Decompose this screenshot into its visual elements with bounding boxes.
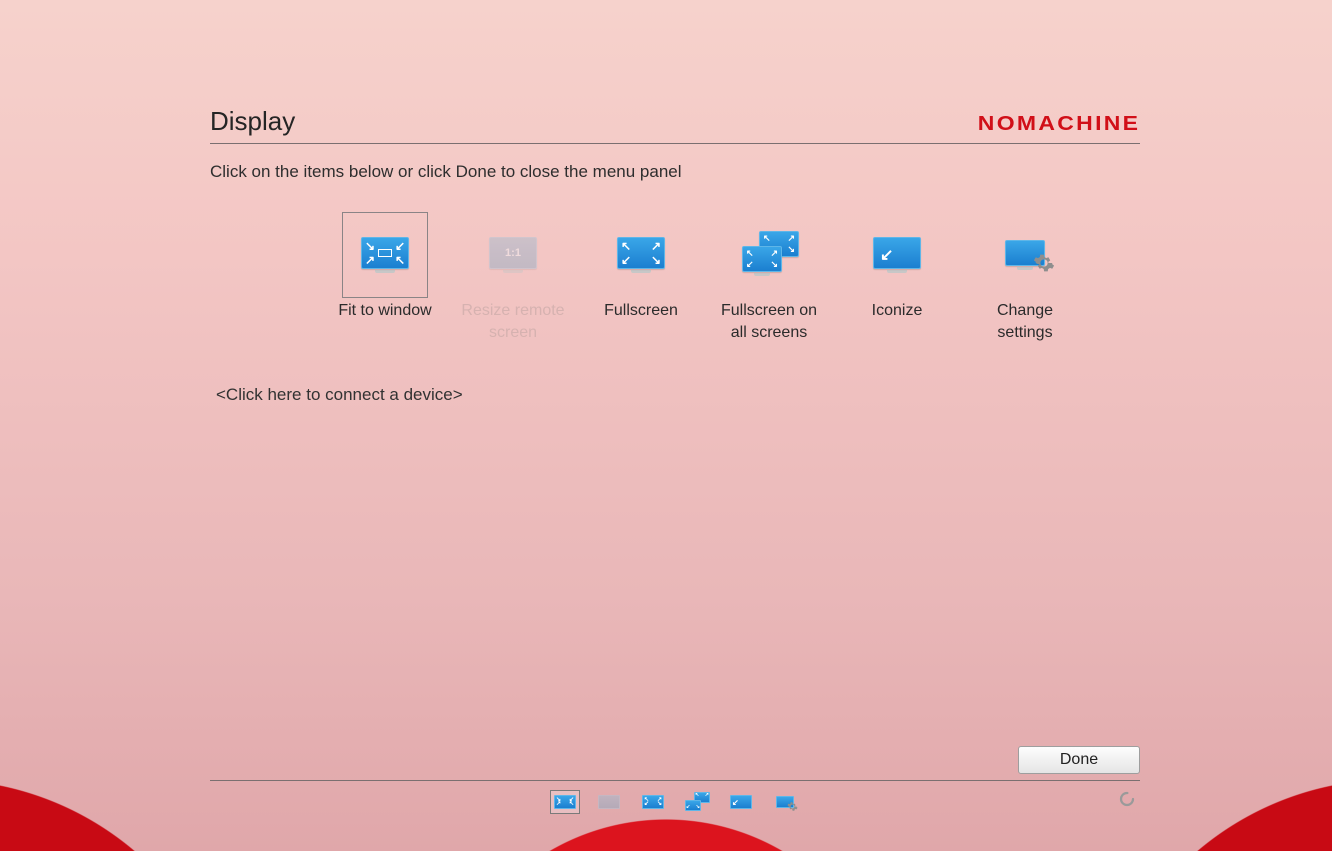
option-fullscreen-all-screens[interactable]: ↖↗ ↙↘ ↖↗ ↙↘ Fullscreen on all screens <box>714 212 824 343</box>
display-panel: Display NOMACHINE Click on the items bel… <box>210 106 1140 813</box>
fullscreen-all-screens-icon: ↖↗ ↙↘ ↖↗ ↙↘ <box>726 212 812 298</box>
fit-to-window-icon: ↘↙ ↗↖ <box>342 212 428 298</box>
panel-header: Display NOMACHINE <box>210 106 1140 144</box>
change-settings-icon <box>982 212 1068 298</box>
option-change-settings[interactable]: Change settings <box>970 212 1080 343</box>
gear-icon <box>1033 252 1055 274</box>
option-fullscreen[interactable]: ↖↗ ↙↘ Fullscreen <box>586 212 696 343</box>
status-spinner-icon <box>1118 790 1136 808</box>
option-label: Resize remote screen <box>458 300 568 343</box>
connect-device-link[interactable]: <Click here to connect a device> <box>216 385 463 405</box>
display-options: ↘↙ ↗↖ Fit to window 1:1 Resize r <box>330 212 1140 343</box>
option-iconize[interactable]: ↙ Iconize <box>842 212 952 343</box>
resize-remote-screen-icon: 1:1 <box>470 212 556 298</box>
option-label: Iconize <box>872 300 923 322</box>
option-fit-to-window[interactable]: ↘↙ ↗↖ Fit to window <box>330 212 440 343</box>
iconize-icon: ↙ <box>854 212 940 298</box>
option-label: Change settings <box>970 300 1080 343</box>
panel-title: Display <box>210 106 295 137</box>
toolbar-fullscreen[interactable]: ↖↗ ↙↘ <box>639 791 667 813</box>
option-label: Fullscreen <box>604 300 678 322</box>
instruction-text: Click on the items below or click Done t… <box>210 162 1140 182</box>
bottom-toolbar: ↘↙ ↗↖ ↖↗ ↙↘ ↖↗ ↙↘ <box>210 781 1140 813</box>
panel-footer: Done ↘↙ ↗↖ ↖↗ ↙↘ ↖↗ <box>210 746 1140 813</box>
brand-logo: NOMACHINE <box>977 113 1140 136</box>
toolbar-iconize[interactable]: ↙ <box>727 791 755 813</box>
option-label: Fullscreen on all screens <box>714 300 824 343</box>
toolbar-resize-remote-screen[interactable] <box>595 791 623 813</box>
toolbar-fit-to-window[interactable]: ↘↙ ↗↖ <box>551 791 579 813</box>
done-button[interactable]: Done <box>1018 746 1140 774</box>
toolbar-fullscreen-all-screens[interactable]: ↖↗ ↙↘ <box>683 791 711 813</box>
option-resize-remote-screen: 1:1 Resize remote screen <box>458 212 568 343</box>
fullscreen-icon: ↖↗ ↙↘ <box>598 212 684 298</box>
option-label: Fit to window <box>338 300 431 322</box>
toolbar-change-settings[interactable] <box>771 791 799 813</box>
